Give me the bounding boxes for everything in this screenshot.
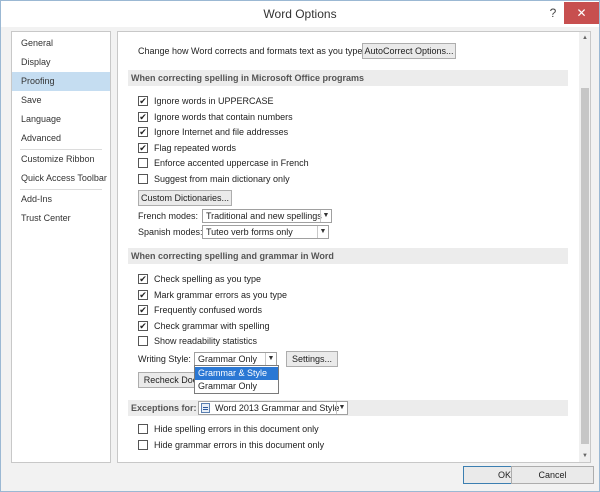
sidebar-item-quick-access-toolbar[interactable]: Quick Access Toolbar	[12, 169, 110, 188]
writing-style-label: Writing Style:	[138, 354, 191, 364]
sidebar-item-advanced[interactable]: Advanced	[12, 129, 110, 148]
chevron-down-icon[interactable]: ▼	[265, 353, 276, 365]
checkbox-label: Ignore words that contain numbers	[154, 112, 293, 122]
checkbox-box[interactable]	[138, 440, 148, 450]
scroll-thumb[interactable]	[581, 88, 589, 444]
dialog-title: Word Options	[263, 7, 337, 21]
checkbox-label: Show readability statistics	[154, 336, 258, 346]
proofing-panel: Change how Word corrects and formats tex…	[117, 31, 591, 463]
checkbox-label: Check spelling as you type	[154, 274, 262, 284]
exceptions-label: Exceptions for:	[131, 403, 197, 413]
sidebar-item-trust-center[interactable]: Trust Center	[12, 209, 110, 228]
spanish-modes-select[interactable]: Tuteo verb forms only ▼	[202, 225, 329, 239]
section-heading-office: When correcting spelling in Microsoft Of…	[128, 70, 568, 86]
checkbox-box[interactable]: ✔	[138, 274, 148, 284]
spanish-modes-label: Spanish modes:	[138, 227, 203, 237]
word-options-dialog: Word Options ? ✕ General Display Proofin…	[0, 0, 600, 492]
chevron-down-icon[interactable]: ▼	[317, 226, 328, 238]
checkbox-box[interactable]: ✔	[138, 112, 148, 122]
help-button[interactable]: ?	[543, 2, 563, 24]
checkbox-box[interactable]: ✔	[138, 127, 148, 137]
sidebar-item-language[interactable]: Language	[12, 110, 110, 129]
checkbox-box[interactable]	[138, 424, 148, 434]
autocorrect-label: Change how Word corrects and formats tex…	[138, 46, 365, 56]
checkbox-box[interactable]	[138, 336, 148, 346]
sidebar-item-save[interactable]: Save	[12, 91, 110, 110]
checkbox-box[interactable]	[138, 158, 148, 168]
sidebar-item-add-ins[interactable]: Add-Ins	[12, 190, 110, 209]
checkbox-label: Enforce accented uppercase in French	[154, 158, 309, 168]
chevron-down-icon[interactable]: ▼	[336, 402, 347, 414]
checkbox-label: Hide grammar errors in this document onl…	[154, 440, 325, 450]
scroll-up-icon[interactable]: ▲	[579, 32, 590, 44]
sidebar-item-proofing[interactable]: Proofing	[12, 72, 110, 91]
checkbox-label: Ignore Internet and file addresses	[154, 127, 289, 137]
scroll-down-icon[interactable]: ▼	[579, 450, 590, 462]
sidebar: General Display Proofing Save Language A…	[11, 31, 111, 463]
sidebar-item-customize-ribbon[interactable]: Customize Ribbon	[12, 150, 110, 169]
exceptions-document-value: Word 2013 Grammar and Style	[215, 403, 340, 413]
writing-style-select[interactable]: Grammar Only ▼	[194, 352, 277, 366]
checkbox-box[interactable]: ✔	[138, 96, 148, 106]
checkbox-box[interactable]	[138, 174, 148, 184]
sidebar-item-general[interactable]: General	[12, 34, 110, 53]
checkbox-label: Hide spelling errors in this document on…	[154, 424, 319, 434]
writing-style-option[interactable]: Grammar Only	[195, 380, 278, 393]
sidebar-item-display[interactable]: Display	[12, 53, 110, 72]
checkbox-box[interactable]: ✔	[138, 321, 148, 331]
checkbox-label: Check grammar with spelling	[154, 321, 270, 331]
settings-button[interactable]: Settings...	[286, 351, 338, 367]
french-modes-value: Traditional and new spellings	[206, 211, 322, 221]
checkbox-box[interactable]: ✔	[138, 290, 148, 300]
word-document-icon	[201, 403, 210, 413]
cancel-button[interactable]: Cancel	[511, 466, 594, 484]
title-bar: Word Options ? ✕	[1, 1, 599, 27]
french-modes-label: French modes:	[138, 211, 199, 221]
checkbox-label: Suggest from main dictionary only	[154, 174, 290, 184]
checkbox-label: Flag repeated words	[154, 143, 237, 153]
close-button[interactable]: ✕	[564, 2, 599, 24]
exceptions-document-select[interactable]: Word 2013 Grammar and Style ▼	[198, 401, 348, 415]
autocorrect-options-button[interactable]: AutoCorrect Options...	[362, 43, 456, 59]
writing-style-option[interactable]: Grammar & Style	[195, 367, 278, 380]
writing-style-value: Grammar Only	[198, 354, 258, 364]
custom-dictionaries-button[interactable]: Custom Dictionaries...	[138, 190, 232, 206]
spanish-modes-value: Tuteo verb forms only	[206, 227, 293, 237]
checkbox-label: Ignore words in UPPERCASE	[154, 96, 274, 106]
checkbox-box[interactable]: ✔	[138, 305, 148, 315]
vertical-scrollbar[interactable]: ▲ ▼	[579, 32, 590, 462]
checkbox-label: Mark grammar errors as you type	[154, 290, 288, 300]
writing-style-dropdown-list: Grammar & Style Grammar Only	[194, 365, 279, 394]
section-heading-exceptions: Exceptions for:	[128, 400, 568, 416]
section-heading-word: When correcting spelling and grammar in …	[128, 248, 568, 264]
checkbox-box[interactable]: ✔	[138, 143, 148, 153]
french-modes-select[interactable]: Traditional and new spellings ▼	[202, 209, 332, 223]
chevron-down-icon[interactable]: ▼	[320, 210, 331, 222]
checkbox-label: Frequently confused words	[154, 305, 263, 315]
